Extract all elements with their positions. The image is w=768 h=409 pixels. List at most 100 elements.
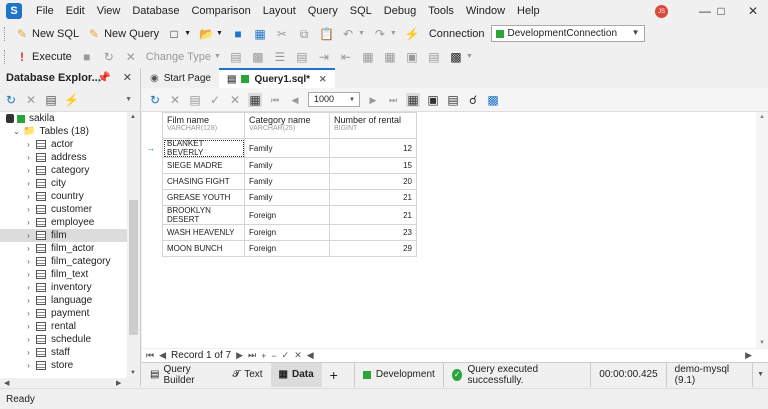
tab-start-page[interactable]: ◉ Start Page	[142, 68, 219, 88]
table-cell[interactable]: Foreign	[244, 205, 330, 225]
table-cell[interactable]: MOON BUNCH	[162, 240, 245, 257]
table-cell[interactable]: 23	[329, 224, 417, 241]
grid-settings-icon[interactable]: ▦	[248, 92, 262, 107]
column-header[interactable]: Category name VARCHAR(25)	[244, 112, 330, 139]
tree-table-item[interactable]: › schedule	[0, 333, 140, 346]
delete-icon[interactable]: ✕	[24, 93, 38, 107]
table-cell[interactable]: WASH HEAVENLY	[162, 224, 245, 241]
tree-table-item[interactable]: › category	[0, 164, 140, 177]
table-cell[interactable]: CHASING FIGHT	[162, 173, 245, 190]
table-row[interactable]: MOON BUNCH Foreign 29	[162, 240, 417, 257]
menu-query[interactable]: Query	[302, 0, 344, 22]
table-cell[interactable]: 29	[329, 240, 417, 257]
first-record-icon[interactable]: ⏮	[146, 350, 154, 361]
scroll-up-icon[interactable]: ▲	[130, 114, 136, 120]
chevron-right-icon[interactable]: ›	[24, 309, 33, 318]
tree-table-item[interactable]: › film_text	[0, 268, 140, 281]
connection-select[interactable]: DevelopmentConnection ▼	[490, 25, 645, 42]
new-object-button[interactable]: □ ▼	[163, 24, 195, 44]
close-tab-icon[interactable]: ✕	[319, 74, 327, 85]
tree-table-item[interactable]: › payment	[0, 307, 140, 320]
table-cell[interactable]: 21	[329, 189, 417, 206]
chevron-down-icon[interactable]: ▼	[752, 362, 768, 387]
chevron-right-icon[interactable]: ›	[24, 283, 33, 292]
columns-icon[interactable]: ▤	[446, 93, 460, 107]
save-all-button[interactable]: ▦	[249, 24, 271, 44]
toolbar-icon-c[interactable]: ☰	[269, 47, 291, 67]
table-cell[interactable]: BLANKET BEVERLY	[162, 138, 245, 158]
paste-button[interactable]: 📋	[315, 24, 337, 44]
add-view-button[interactable]: +	[322, 363, 346, 387]
chevron-right-icon[interactable]: ›	[24, 205, 33, 214]
tree-tables-folder[interactable]: ⌄ 📁 Tables (18)	[0, 125, 140, 138]
add-record-icon[interactable]: +	[261, 351, 266, 361]
table-row[interactable]: GREASE YOUTH Family 21	[162, 189, 417, 206]
properties-icon[interactable]: ▤	[44, 93, 58, 107]
table-cell[interactable]: 20	[329, 173, 417, 190]
new-connection-icon[interactable]: ⚡	[64, 93, 79, 107]
column-header[interactable]: Film name VARCHAR(128)	[162, 112, 245, 139]
tab-query1[interactable]: ▤ Query1.sql* ✕	[219, 68, 335, 88]
scroll-right-icon[interactable]: ▶	[116, 379, 121, 387]
user-avatar[interactable]: JS	[655, 5, 668, 18]
open-button[interactable]: 📂 ▼	[195, 24, 227, 44]
chevron-right-icon[interactable]: ›	[24, 257, 33, 266]
tree-table-item[interactable]: › city	[0, 177, 140, 190]
cancel-record-icon[interactable]: ✕	[294, 350, 302, 361]
delete-record-icon[interactable]: −	[271, 351, 276, 361]
table-row[interactable]: WASH HEAVENLY Foreign 23	[162, 224, 417, 241]
insert-row-icon[interactable]: ▤	[188, 93, 202, 107]
table-row[interactable]: CHASING FIGHT Family 20	[162, 173, 417, 190]
maximize-icon[interactable]: □	[706, 0, 736, 22]
prev-record-icon[interactable]: ◀	[159, 350, 166, 361]
tree-table-item[interactable]: › staff	[0, 346, 140, 359]
table-cell[interactable]: SIEGE MADRE	[162, 157, 245, 174]
tab-data[interactable]: ▦ Data	[270, 362, 322, 387]
tree-table-item[interactable]: › film	[0, 229, 140, 242]
tab-text[interactable]: 𝓣 Text	[225, 363, 271, 387]
toolbar-icon-j[interactable]: ▤	[423, 47, 445, 67]
toolbar-icon-b[interactable]: ▩	[247, 47, 269, 67]
first-page-icon[interactable]: ⏮	[268, 93, 282, 107]
table-cell[interactable]: 15	[329, 157, 417, 174]
chevron-right-icon[interactable]: ›	[24, 244, 33, 253]
toolbar-grip[interactable]	[4, 49, 7, 64]
scroll-up-icon[interactable]: ▲	[759, 114, 765, 120]
menu-tools[interactable]: Tools	[422, 0, 460, 22]
menu-edit[interactable]: Edit	[60, 0, 91, 22]
menu-help[interactable]: Help	[511, 0, 546, 22]
toolbar-grip[interactable]	[4, 26, 7, 41]
tree-table-item[interactable]: › customer	[0, 203, 140, 216]
menu-comparison[interactable]: Comparison	[185, 0, 256, 22]
menu-window[interactable]: Window	[460, 0, 511, 22]
table-row[interactable]: BLANKET BEVERLY Family 12	[162, 138, 417, 158]
table-cell[interactable]: Foreign	[244, 224, 330, 241]
table-cell[interactable]: Family	[244, 138, 330, 158]
toolbar-icon-k[interactable]: ▩ ▼	[445, 47, 477, 67]
tree-table-item[interactable]: › film_category	[0, 255, 140, 268]
tree-table-item[interactable]: › store	[0, 359, 140, 372]
change-type-button[interactable]: Change Type ▼	[142, 47, 225, 67]
table-cell[interactable]: Family	[244, 157, 330, 174]
chevron-right-icon[interactable]: ›	[24, 192, 33, 201]
close-window-icon[interactable]: ✕	[738, 0, 768, 22]
chevron-right-icon[interactable]: ›	[24, 296, 33, 305]
chevron-right-icon[interactable]: ›	[24, 179, 33, 188]
chevron-right-icon[interactable]: ›	[24, 218, 33, 227]
tree-table-item[interactable]: › rental	[0, 320, 140, 333]
toolbar-icon-d[interactable]: ▤	[291, 47, 313, 67]
grid-view-icon[interactable]: ▦	[406, 92, 420, 107]
table-cell[interactable]: Family	[244, 189, 330, 206]
menu-debug[interactable]: Debug	[378, 0, 422, 22]
scrollbar-thumb[interactable]	[129, 200, 138, 335]
redo-button[interactable]: ↷ ▼	[369, 24, 401, 44]
refresh-button[interactable]: ↻	[98, 47, 120, 67]
toolbar-icon-e[interactable]: ⇥	[313, 47, 335, 67]
chevron-right-icon[interactable]: ›	[24, 166, 33, 175]
table-cell[interactable]: GREASE YOUTH	[162, 189, 245, 206]
next-page-icon[interactable]: ▶	[366, 93, 380, 107]
table-cell[interactable]: 21	[329, 205, 417, 225]
scroll-down-icon[interactable]: ▼	[130, 370, 136, 376]
menu-view[interactable]: View	[91, 0, 127, 22]
chevron-right-icon[interactable]: ›	[24, 348, 33, 357]
